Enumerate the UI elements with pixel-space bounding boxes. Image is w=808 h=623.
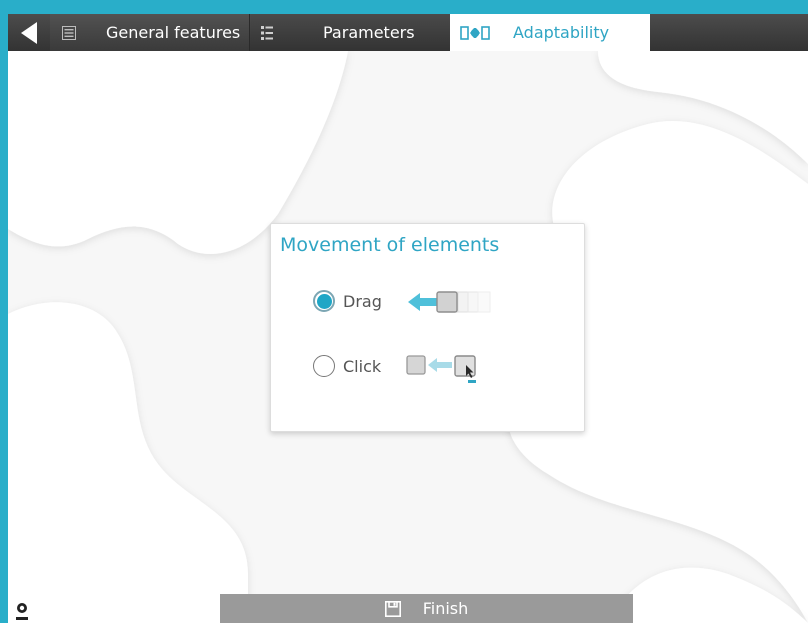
save-icon	[384, 600, 401, 617]
tab-parameters-label: Parameters	[323, 23, 415, 42]
tab-adaptability[interactable]: Adaptability	[450, 14, 650, 51]
movement-dialog: Movement of elements Drag Click	[270, 223, 585, 432]
tab-general-features[interactable]: General features	[50, 14, 250, 51]
tab-adaptability-label: Adaptability	[513, 23, 610, 42]
drag-illustration-icon	[408, 290, 494, 318]
app-stage: General features Parameters Adaptability…	[8, 14, 808, 623]
tab-bar: General features Parameters Adaptability	[8, 14, 808, 51]
back-arrow-icon	[21, 21, 37, 44]
drag-radio[interactable]	[313, 290, 335, 312]
brand-logo	[16, 598, 32, 623]
dialog-title: Movement of elements	[280, 234, 500, 256]
list-bullets-icon	[261, 25, 273, 40]
tab-general-features-label: General features	[106, 23, 241, 42]
option-click[interactable]: Click	[313, 355, 381, 377]
finish-label: Finish	[422, 599, 469, 618]
radio-selected-dot	[316, 293, 332, 309]
finish-button[interactable]: Finish	[220, 594, 633, 623]
adapt-icon	[460, 25, 490, 41]
click-label: Click	[343, 356, 382, 376]
list-panel-icon	[62, 25, 76, 40]
back-button[interactable]	[8, 14, 50, 51]
click-radio[interactable]	[313, 355, 335, 377]
click-illustration-icon	[406, 354, 482, 390]
drag-label: Drag	[343, 291, 382, 311]
option-drag[interactable]: Drag	[313, 290, 382, 312]
tab-parameters[interactable]: Parameters	[251, 14, 450, 51]
tab-bar-filler	[650, 14, 808, 51]
